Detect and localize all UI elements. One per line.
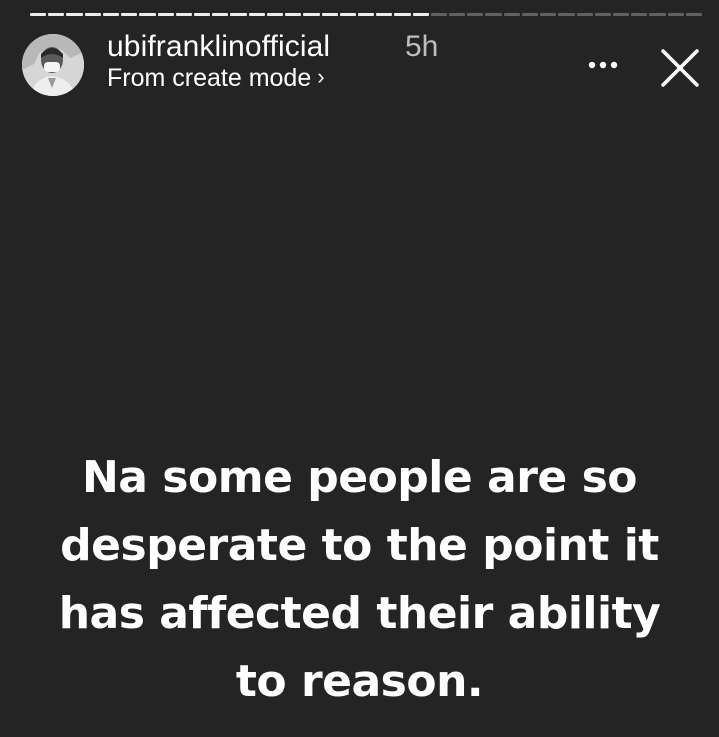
close-icon [661, 49, 699, 87]
progress-segment [485, 13, 502, 16]
progress-segment [266, 13, 284, 16]
progress-segment [631, 13, 648, 16]
progress-segment [230, 13, 247, 16]
progress-segment [649, 13, 666, 16]
progress-segment [30, 13, 47, 16]
progress-segment [285, 13, 302, 16]
progress-segment [521, 13, 539, 16]
progress-segment [449, 13, 466, 16]
progress-segment [594, 13, 611, 16]
story-progress-bar [30, 13, 703, 17]
progress-segment [193, 13, 211, 16]
progress-segment [558, 13, 575, 16]
story-text: Na some people are so desperate to the p… [0, 444, 719, 716]
more-horizontal-icon [588, 61, 618, 69]
progress-segment [66, 13, 83, 16]
story-text-line: has affected their ability [58, 588, 661, 639]
username[interactable]: ubifranklinofficial [107, 30, 330, 64]
progress-segment [248, 13, 265, 16]
create-mode-link[interactable]: From create mode › [107, 64, 325, 93]
chevron-right-icon: › [317, 64, 325, 89]
progress-segment [412, 13, 429, 16]
progress-segment [84, 13, 101, 16]
more-options-button[interactable] [580, 45, 630, 85]
progress-segment [321, 13, 338, 16]
create-mode-label: From create mode [107, 64, 312, 92]
progress-segment [467, 13, 484, 16]
profile-photo-icon [22, 34, 84, 96]
progress-segment [121, 13, 138, 16]
progress-segment [376, 13, 393, 16]
progress-segment [357, 13, 375, 16]
progress-segment [339, 13, 356, 16]
story-text-line: desperate to the point it [60, 520, 659, 571]
progress-segment [503, 13, 520, 16]
story-text-line: to reason. [235, 656, 484, 707]
progress-segment [175, 13, 192, 16]
progress-segment [685, 13, 703, 16]
progress-segment [540, 13, 557, 16]
progress-segment [613, 13, 630, 16]
progress-segment [576, 13, 593, 16]
story-text-line: Na some people are so [81, 452, 638, 503]
progress-segment [430, 13, 448, 16]
avatar[interactable] [22, 34, 84, 96]
timestamp: 5h [405, 30, 439, 63]
progress-segment [212, 13, 229, 16]
progress-segment [667, 13, 684, 16]
progress-segment [394, 13, 411, 16]
progress-segment [157, 13, 174, 16]
progress-segment [48, 13, 65, 16]
progress-segment [303, 13, 320, 16]
close-button[interactable] [656, 44, 704, 92]
progress-segment [139, 13, 156, 16]
progress-segment [102, 13, 120, 16]
